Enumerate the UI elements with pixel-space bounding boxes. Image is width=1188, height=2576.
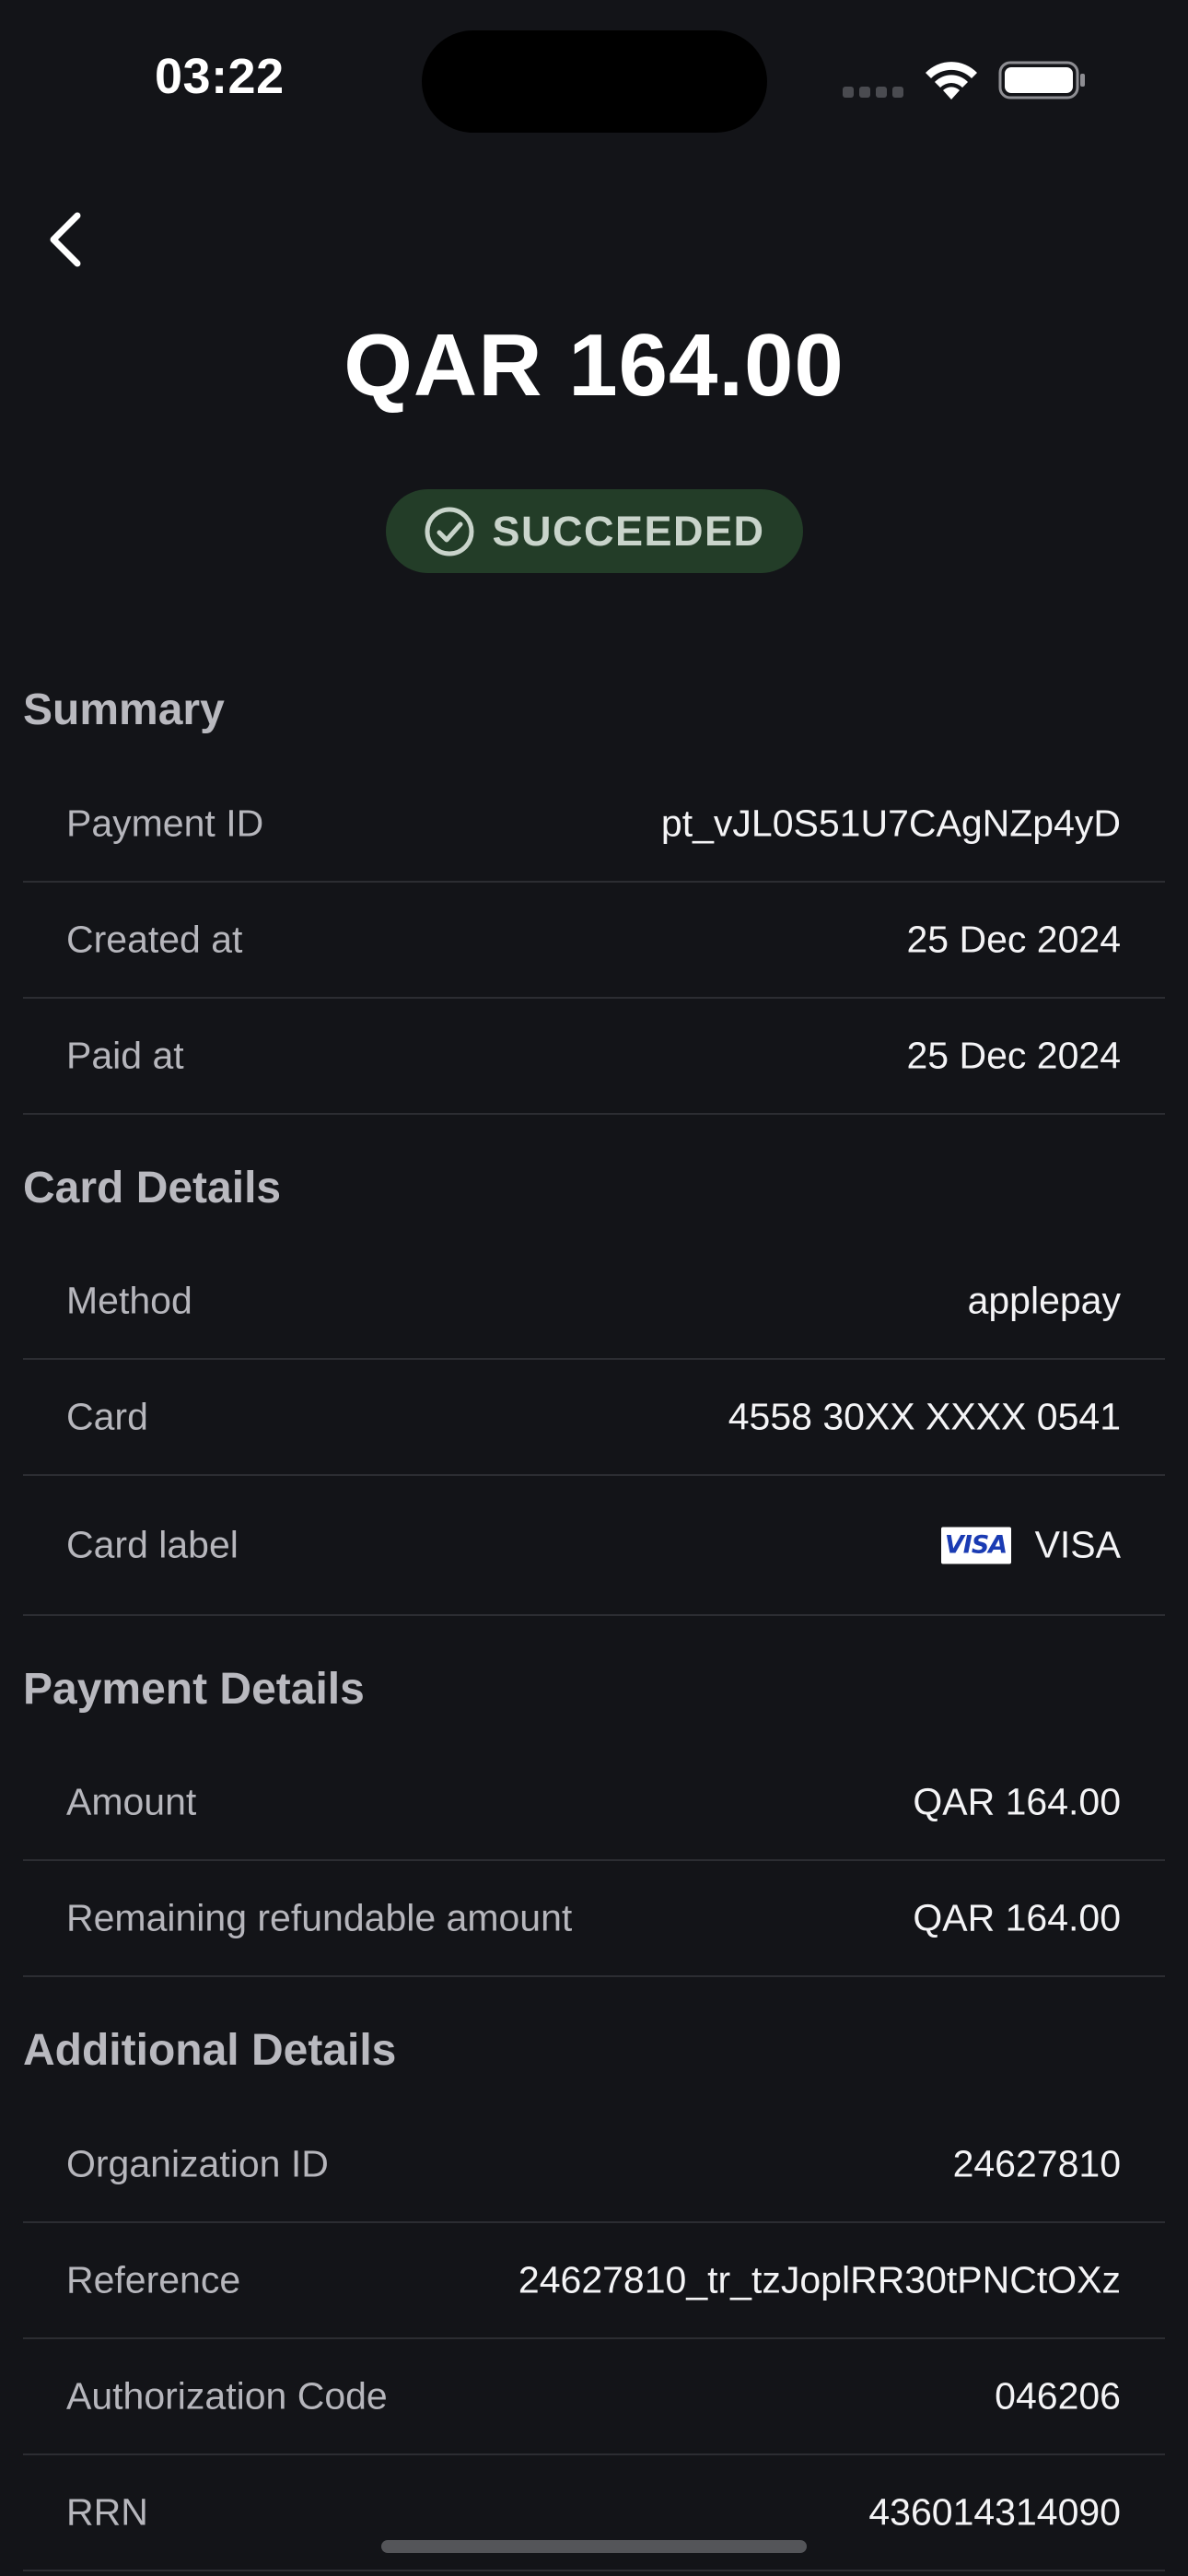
- organization-id-value: 24627810: [953, 2143, 1121, 2186]
- row-label: Remaining refundable amount: [66, 1896, 573, 1939]
- card-label-value: VISA VISA: [940, 1523, 1121, 1567]
- status-badge: SUCCEEDED: [386, 489, 803, 573]
- cellular-signal-icon: [843, 87, 903, 98]
- section-title-summary: Summary: [23, 685, 225, 734]
- method-value: applepay: [968, 1280, 1121, 1323]
- created-at-value: 25 Dec 2024: [906, 919, 1121, 962]
- row-label: Created at: [66, 918, 243, 961]
- row-value-text: 25 Dec 2024: [906, 918, 1121, 961]
- row-label: Paid at: [66, 1034, 184, 1077]
- row-value-text: 25 Dec 2024: [906, 1034, 1121, 1077]
- row-value-text: 046206: [995, 2374, 1121, 2418]
- row-value-text: 4558 30XX XXXX 0541: [728, 1395, 1121, 1438]
- row-payment-id: Payment ID pt_vJL0S51U7CAgNZp4yD: [23, 767, 1165, 883]
- row-label: Card label: [66, 1523, 239, 1566]
- check-circle-icon: [425, 507, 474, 556]
- rrn-value: 436014314090: [868, 2491, 1121, 2535]
- row-reference: Reference 24627810_tr_tzJoplRR30tPNCtOXz: [23, 2223, 1165, 2339]
- amount-value: QAR 164.00: [913, 1781, 1121, 1824]
- payment-amount-title: QAR 164.00: [344, 316, 844, 415]
- row-card: Card 4558 30XX XXXX 0541: [23, 1360, 1165, 1476]
- status-badge-label: SUCCEEDED: [492, 507, 765, 555]
- row-remaining-refundable-amount: Remaining refundable amount QAR 164.00: [23, 1861, 1165, 1977]
- status-time: 03:22: [155, 49, 285, 104]
- paid-at-value: 25 Dec 2024: [906, 1035, 1121, 1078]
- row-value-text: 24627810: [952, 2142, 1121, 2185]
- wifi-icon: [926, 62, 977, 100]
- card-number-value: 4558 30XX XXXX 0541: [728, 1396, 1121, 1439]
- row-label: Organization ID: [66, 2142, 329, 2185]
- row-value-text: applepay: [967, 1279, 1121, 1322]
- dynamic-island: [422, 30, 767, 133]
- status-bar: 03:22: [0, 0, 1188, 157]
- row-authorization-code: Authorization Code 046206: [23, 2339, 1165, 2455]
- row-value-text: QAR 164.00: [913, 1896, 1121, 1939]
- section-title-card-details: Card Details: [23, 1164, 282, 1212]
- row-value-text: pt_vJL0S51U7CAgNZp4yD: [660, 802, 1121, 845]
- back-button[interactable]: [28, 203, 101, 276]
- home-indicator[interactable]: [381, 2540, 807, 2553]
- row-paid-at: Paid at 25 Dec 2024: [23, 999, 1165, 1115]
- visa-logo-icon: VISA: [940, 1527, 1011, 1563]
- authorization-code-value: 046206: [995, 2375, 1121, 2418]
- row-value-text: 436014314090: [868, 2490, 1121, 2534]
- row-label: Payment ID: [66, 802, 264, 845]
- row-label: Card: [66, 1395, 148, 1438]
- section-title-additional-details: Additional Details: [23, 2026, 397, 2075]
- row-value-text: 24627810_tr_tzJoplRR30tPNCtOXz: [518, 2258, 1121, 2301]
- row-created-at: Created at 25 Dec 2024: [23, 883, 1165, 999]
- row-label: Reference: [66, 2258, 241, 2301]
- reference-value[interactable]: 24627810_tr_tzJoplRR30tPNCtOXz: [518, 2259, 1121, 2302]
- chevron-left-icon: [50, 212, 81, 267]
- payment-id-value[interactable]: pt_vJL0S51U7CAgNZp4yD: [661, 802, 1121, 846]
- row-label: Method: [66, 1279, 192, 1322]
- battery-icon: [998, 61, 1085, 100]
- row-rrn: RRN 436014314090: [23, 2455, 1165, 2571]
- row-method: Method applepay: [23, 1244, 1165, 1360]
- row-value-text: VISA: [1034, 1523, 1121, 1566]
- row-label: Authorization Code: [66, 2374, 388, 2418]
- row-organization-id: Organization ID 24627810: [23, 2107, 1165, 2223]
- section-title-payment-details: Payment Details: [23, 1665, 365, 1714]
- row-value-text: QAR 164.00: [913, 1780, 1121, 1823]
- row-label: Amount: [66, 1780, 197, 1823]
- remaining-refundable-amount-value: QAR 164.00: [913, 1897, 1121, 1940]
- row-label: RRN: [66, 2490, 148, 2534]
- row-amount: Amount QAR 164.00: [23, 1745, 1165, 1861]
- row-card-label: Card label VISA VISA: [23, 1476, 1165, 1616]
